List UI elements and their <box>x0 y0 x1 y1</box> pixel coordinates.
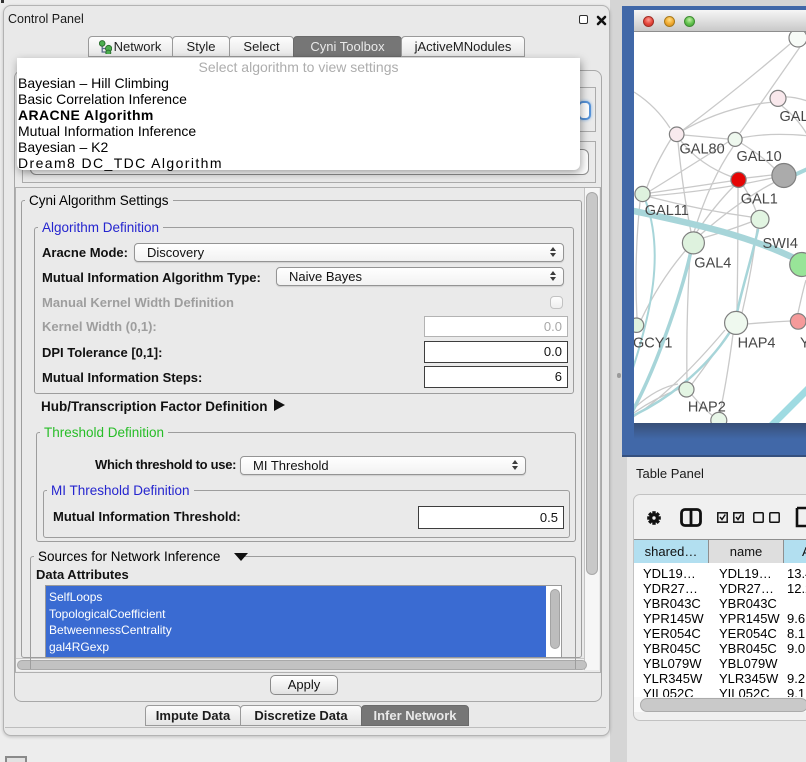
svg-text:GCY1: GCY1 <box>634 335 673 351</box>
svg-text:HAP4: HAP4 <box>738 336 776 352</box>
svg-text:SWI4: SWI4 <box>763 236 798 252</box>
svg-text:GAL10: GAL10 <box>737 149 782 165</box>
svg-text:GAL7: GAL7 <box>780 109 806 125</box>
svg-text:GAL80: GAL80 <box>680 142 725 158</box>
svg-text:GAL1: GAL1 <box>741 192 778 208</box>
svg-text:GAL11: GAL11 <box>645 203 689 219</box>
svg-text:GAL4: GAL4 <box>694 255 731 271</box>
svg-text:YM: YM <box>800 336 806 352</box>
svg-text:HAP2: HAP2 <box>688 400 726 416</box>
